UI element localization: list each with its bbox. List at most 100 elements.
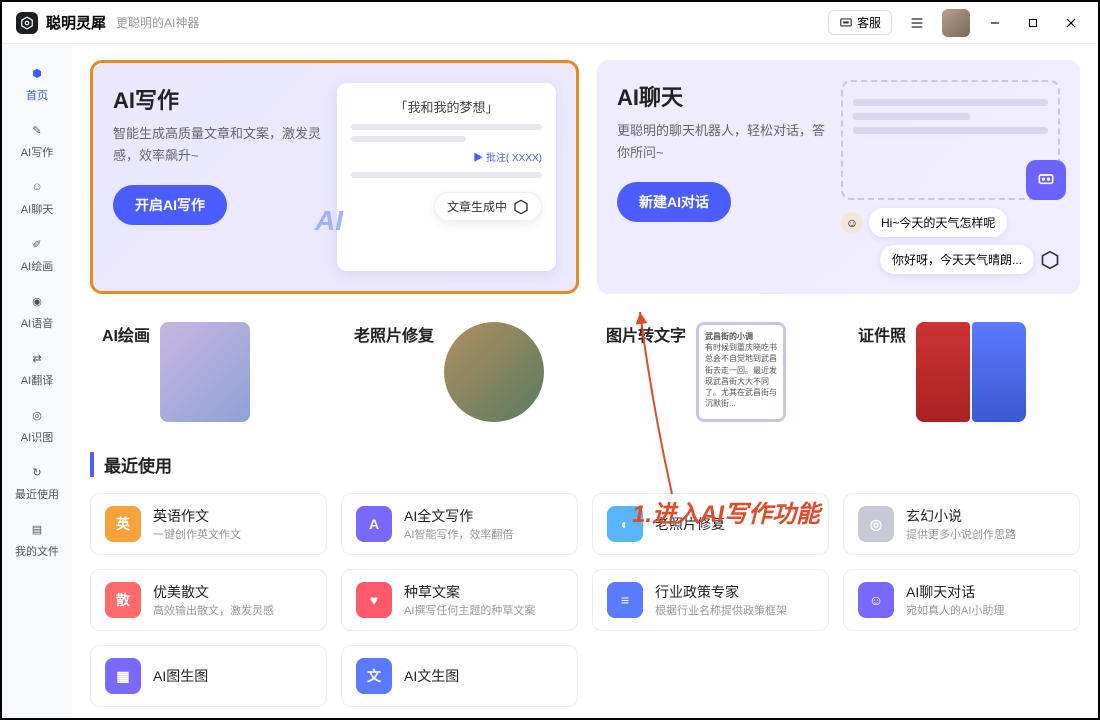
maximize-button[interactable] <box>1020 10 1046 36</box>
feature-card-3[interactable]: 证件照 <box>846 312 1080 432</box>
sidebar-label: 我的文件 <box>15 543 59 559</box>
title-bar: 聪明灵犀 更聪明的AI神器 客服 <box>2 2 1098 44</box>
feature-card-title: AI绘画 <box>102 322 150 346</box>
feature-card-row: AI绘画 老照片修复 图片转文字武昌街的小调有时候到重庆晓吃书总会不自觉地到武昌街去… <box>90 312 1080 432</box>
chat-bubble-icon <box>839 16 853 30</box>
menu-button[interactable] <box>904 10 930 36</box>
close-button[interactable] <box>1058 10 1084 36</box>
new-ai-chat-button[interactable]: 新建AI对话 <box>617 182 731 222</box>
tool-icon: ▦ <box>105 658 141 694</box>
customer-service-button[interactable]: 客服 <box>828 10 892 35</box>
sidebar-item-2[interactable]: ☺ AI聊天 <box>9 168 65 225</box>
sidebar-icon: ☺ <box>26 176 48 198</box>
start-ai-write-button[interactable]: 开启AI写作 <box>113 185 227 225</box>
recent-tool-7[interactable]: ☺ AI聊天对话宛如真人的AI小助理 <box>843 569 1080 631</box>
sidebar-icon: ⇄ <box>26 347 48 369</box>
recent-tool-5[interactable]: ♥种草文案AI撰写任何主题的种草文案 <box>341 569 578 631</box>
tool-icon: ♥ <box>356 582 392 618</box>
tool-desc: 提供更多小说创作思路 <box>906 526 1016 542</box>
hexagon-icon <box>1040 250 1060 270</box>
user-face-icon: ☺ <box>841 212 863 234</box>
hero-chat-illustration: ☺Hi~今天的天气怎样呢 你好呀，今天天气晴朗... <box>841 80 1060 274</box>
hero-chat-title: AI聊天 <box>617 80 827 112</box>
sidebar-label: AI识图 <box>21 429 53 445</box>
tool-icon: ◐ <box>607 506 643 542</box>
recent-tool-2[interactable]: ◐ 老照片修复 <box>592 493 829 555</box>
hero-ai-write[interactable]: AI写作 智能生成高质量文章和文案，激发灵感，效率飙升~ 开启AI写作 AI 「… <box>90 60 579 294</box>
feature-card-1[interactable]: 老照片修复 <box>342 312 576 432</box>
tool-title: 种草文案 <box>404 582 535 602</box>
tool-desc: 一键创作英文作文 <box>153 526 241 542</box>
recent-tool-9[interactable]: 文 AI文生图 <box>341 645 578 707</box>
hero-chat-desc: 更聪明的聊天机器人，轻松对话，答你所问~ <box>617 120 827 164</box>
feature-card-title: 老照片修复 <box>354 322 434 346</box>
sidebar-label: 首页 <box>26 87 48 103</box>
tool-title: 优美散文 <box>153 582 274 602</box>
recent-tool-3[interactable]: ◎ 玄幻小说提供更多小说创作思路 <box>843 493 1080 555</box>
sidebar-label: AI语音 <box>21 315 53 331</box>
sidebar-label: AI写作 <box>21 144 53 160</box>
thumb-doc: 武昌街的小调有时候到重庆晓吃书总会不自觉地到武昌街去走一回。最近发现武昌街大大不… <box>696 322 786 422</box>
recent-heading: 最近使用 <box>90 452 1080 477</box>
mock-doc-annotation: ▶ 批注( XXXX) <box>473 153 542 164</box>
sidebar-item-5[interactable]: ⇄AI翻译 <box>9 339 65 396</box>
sidebar-icon: ✎ <box>26 119 48 141</box>
tool-icon: 文 <box>356 658 392 694</box>
sidebar-icon: ↻ <box>26 461 48 483</box>
recent-tool-4[interactable]: 散优美散文高效输出散文，激发灵感 <box>90 569 327 631</box>
tool-title: 老照片修复 <box>655 514 725 534</box>
minimize-button[interactable] <box>982 10 1008 36</box>
sidebar-icon: ✐ <box>26 233 48 255</box>
thumb-id-photos <box>916 322 1026 422</box>
tool-title: 行业政策专家 <box>655 582 787 602</box>
ai-badge-icon: AI <box>315 205 343 237</box>
tool-title: AI聊天对话 <box>906 582 1004 602</box>
sidebar-label: AI绘画 <box>21 258 53 274</box>
feature-card-title: 证件照 <box>858 322 906 346</box>
sidebar-icon: ⬢ <box>26 62 48 84</box>
tool-desc: 高效输出散文，激发灵感 <box>153 602 274 618</box>
tool-title: AI文生图 <box>404 666 459 686</box>
tool-icon: ◎ <box>858 506 894 542</box>
chat-bubble-ai: 你好呀，今天天气晴朗... <box>841 245 1060 274</box>
recent-tool-8[interactable]: ▦AI图生图 <box>90 645 327 707</box>
thumb-image <box>444 322 544 422</box>
tool-icon: ☺ <box>858 582 894 618</box>
recent-tool-1[interactable]: A AI全文写作AI智能写作，效率翻倍 <box>341 493 578 555</box>
generating-pill: 文章生成中 <box>434 192 542 221</box>
sidebar-item-6[interactable]: ◎AI识图 <box>9 396 65 453</box>
app-title: 聪明灵犀 <box>46 12 106 33</box>
tool-title: AI全文写作 <box>404 506 513 526</box>
sidebar-item-4[interactable]: ◉ AI语音 <box>9 282 65 339</box>
sidebar-item-8[interactable]: ▤ 我的文件 <box>9 510 65 567</box>
hero-write-title: AI写作 <box>113 83 323 115</box>
user-avatar[interactable] <box>942 9 970 37</box>
customer-service-label: 客服 <box>857 14 881 31</box>
sidebar-item-1[interactable]: ✎ AI写作 <box>9 111 65 168</box>
feature-card-0[interactable]: AI绘画 <box>90 312 324 432</box>
hero-write-desc: 智能生成高质量文章和文案，激发灵感，效率飙升~ <box>113 123 323 167</box>
tool-icon: 散 <box>105 582 141 618</box>
sidebar-icon: ▤ <box>26 518 48 540</box>
tool-title: 玄幻小说 <box>906 506 1016 526</box>
app-subtitle: 更聪明的AI神器 <box>116 14 199 31</box>
sidebar-item-0[interactable]: ⬢ 首页 <box>9 54 65 111</box>
sidebar-item-7[interactable]: ↻最近使用 <box>9 453 65 510</box>
recent-tool-0[interactable]: 英英语作文一键创作英文作文 <box>90 493 327 555</box>
hexagon-icon <box>513 199 529 215</box>
tool-icon: A <box>356 506 392 542</box>
sidebar-icon: ◉ <box>26 290 48 312</box>
hero-write-illustration: AI 「我和我的梦想」 ▶ 批注( XXXX) 文章生成中 <box>337 83 556 271</box>
tool-desc: AI智能写作，效率翻倍 <box>404 526 513 542</box>
feature-card-2[interactable]: 图片转文字武昌街的小调有时候到重庆晓吃书总会不自觉地到武昌街去走一回。最近发现武… <box>594 312 828 432</box>
chat-fab-icon <box>1026 160 1066 200</box>
thumb-image <box>160 322 250 422</box>
sidebar-label: AI聊天 <box>21 201 53 217</box>
mock-doc-title: 「我和我的梦想」 <box>351 97 542 116</box>
tool-desc: 宛如真人的AI小助理 <box>906 602 1004 618</box>
tool-icon: ≡ <box>607 582 643 618</box>
hero-ai-chat[interactable]: AI聊天 更聪明的聊天机器人，轻松对话，答你所问~ 新建AI对话 ☺Hi~今天的… <box>597 60 1080 294</box>
recent-tool-6[interactable]: ≡行业政策专家根据行业名称提供政策框架 <box>592 569 829 631</box>
tool-title: 英语作文 <box>153 506 241 526</box>
sidebar-item-3[interactable]: ✐ AI绘画 <box>9 225 65 282</box>
